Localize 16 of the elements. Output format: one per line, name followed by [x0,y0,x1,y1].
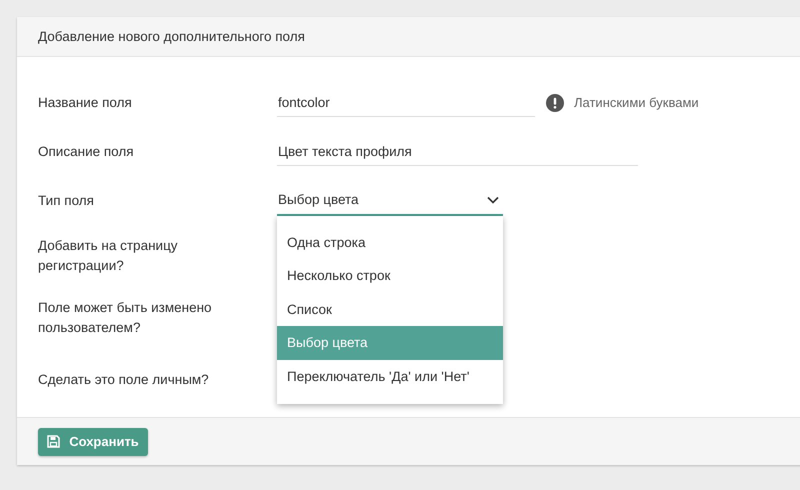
hint-text: Латинскими буквами [574,95,699,110]
field-label: Описание поля [38,142,135,160]
input-field[interactable]: Цвет текста профиля [277,138,638,166]
field-label: Поле может быть изменено пользователем? [38,299,213,337]
chevron-down-icon [487,196,499,204]
field-label: Сделать это поле личным? [38,371,210,389]
warning-icon [546,94,564,112]
field-label: Добавить на страницу регистрации? [38,237,179,275]
field-label: Тип поля [38,192,95,210]
input-field[interactable]: fontcolor [277,88,535,116]
dropdown-option[interactable]: Список [277,292,503,326]
dropdown-option[interactable]: Переключатель 'Да' или 'Нет' [277,360,503,393]
dropdown-option[interactable]: Несколько строк [277,259,503,292]
panel-title: Добавление нового дополнительного поля [38,29,305,44]
dropdown-option[interactable]: Одна строка [277,226,503,259]
field-label: Название поля [38,94,133,112]
